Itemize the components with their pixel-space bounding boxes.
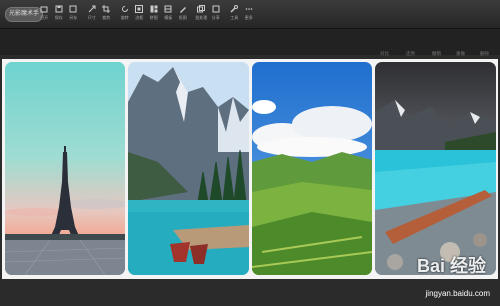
- secondary-toolbar: 对比 还原 撤销 重做 删除: [0, 29, 500, 57]
- collage-photo-glacier-river[interactable]: [375, 62, 496, 275]
- resize-icon: [88, 5, 96, 13]
- toolbar-collage[interactable]: 拼图: [147, 3, 162, 25]
- template-icon: [164, 5, 172, 13]
- collage-photo-eiffel-tower[interactable]: [5, 62, 125, 275]
- collage-photo-mountain-lake[interactable]: [128, 62, 249, 275]
- more-icon: [245, 5, 253, 13]
- baidu-jingyan-watermark: Bai 经验: [416, 256, 486, 276]
- collage-icon: [150, 5, 158, 13]
- save-icon: [55, 5, 63, 13]
- toolbar-save[interactable]: 保存: [52, 3, 67, 25]
- toolbar-open[interactable]: 打开: [37, 3, 52, 25]
- toolbar-rotate[interactable]: 旋转: [118, 3, 133, 25]
- undo-button[interactable]: 撤销: [432, 51, 441, 57]
- rotate-icon: [121, 5, 129, 13]
- cutout-icon: [179, 5, 187, 13]
- compare-button[interactable]: 对比: [380, 51, 389, 57]
- tools-icon: [230, 5, 239, 13]
- toolbar-border[interactable]: 边框: [132, 3, 147, 25]
- open-icon: [40, 5, 48, 13]
- save-as-icon: [69, 5, 77, 13]
- toolbar-crop[interactable]: 裁剪: [99, 3, 114, 25]
- redo-button[interactable]: 重做: [456, 51, 465, 57]
- border-icon: [135, 5, 144, 13]
- toolbar-resize[interactable]: 尺寸: [85, 3, 100, 25]
- toolbar-batch[interactable]: 批处理: [194, 3, 209, 25]
- crop-icon: [102, 5, 111, 13]
- batch-icon: [197, 5, 206, 13]
- share-icon: [212, 5, 220, 13]
- collage-photo-green-valley[interactable]: [252, 62, 372, 275]
- watermark-url: jingyan.baidu.com: [425, 289, 490, 298]
- toolbar-tools[interactable]: 工具: [227, 3, 242, 25]
- restore-button[interactable]: 还原: [406, 51, 415, 57]
- toolbar-more[interactable]: 更多: [242, 3, 257, 25]
- toolbar: 光影魔术手 打开 保存 另存 尺寸 裁剪 旋转 边框 拼图 模板 抠图 批处理 …: [0, 0, 500, 29]
- toolbar-template[interactable]: 模板: [161, 3, 176, 25]
- toolbar-share[interactable]: 分享: [209, 3, 224, 25]
- delete-button[interactable]: 删除: [480, 51, 489, 57]
- collage-canvas[interactable]: [2, 59, 498, 279]
- toolbar-save-as[interactable]: 另存: [66, 3, 81, 25]
- toolbar-cutout[interactable]: 抠图: [176, 3, 191, 25]
